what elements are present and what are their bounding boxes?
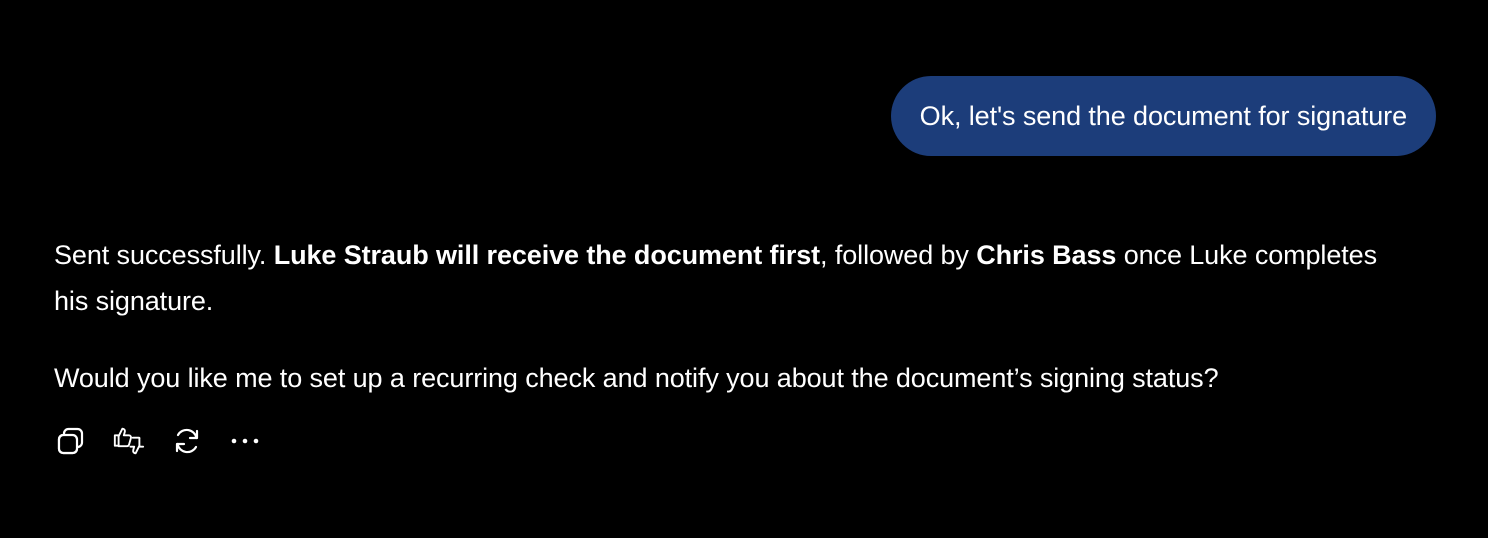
copy-button[interactable] <box>54 424 88 458</box>
assistant-paragraph-2: Would you like me to set up a recurring … <box>54 363 1219 393</box>
user-message-bubble: Ok, let's send the document for signatur… <box>890 76 1436 156</box>
assistant-paragraph-1: Sent successfully. Luke Straub will rece… <box>54 232 1414 324</box>
assistant-message: Sent successfully. Luke Straub will rece… <box>54 232 1414 401</box>
regenerate-button[interactable] <box>170 424 204 458</box>
user-message-text: Ok, let's send the document for signatur… <box>919 100 1407 131</box>
assistant-bold-segment: Luke Straub will receive the document fi… <box>273 240 821 270</box>
assistant-text-segment: Sent successfully. <box>54 240 274 270</box>
chat-thread: Ok, let's send the document for signatur… <box>0 0 1488 538</box>
refresh-icon <box>175 428 199 454</box>
thumbs-up-down-icon <box>113 427 145 455</box>
copy-icon <box>57 427 84 455</box>
feedback-button[interactable] <box>112 424 146 458</box>
message-actions <box>54 424 262 458</box>
more-icon <box>231 438 259 444</box>
assistant-bold-segment: Chris Bass <box>976 240 1117 270</box>
assistant-text-segment: , followed by <box>820 240 977 270</box>
more-options-button[interactable] <box>228 424 262 458</box>
